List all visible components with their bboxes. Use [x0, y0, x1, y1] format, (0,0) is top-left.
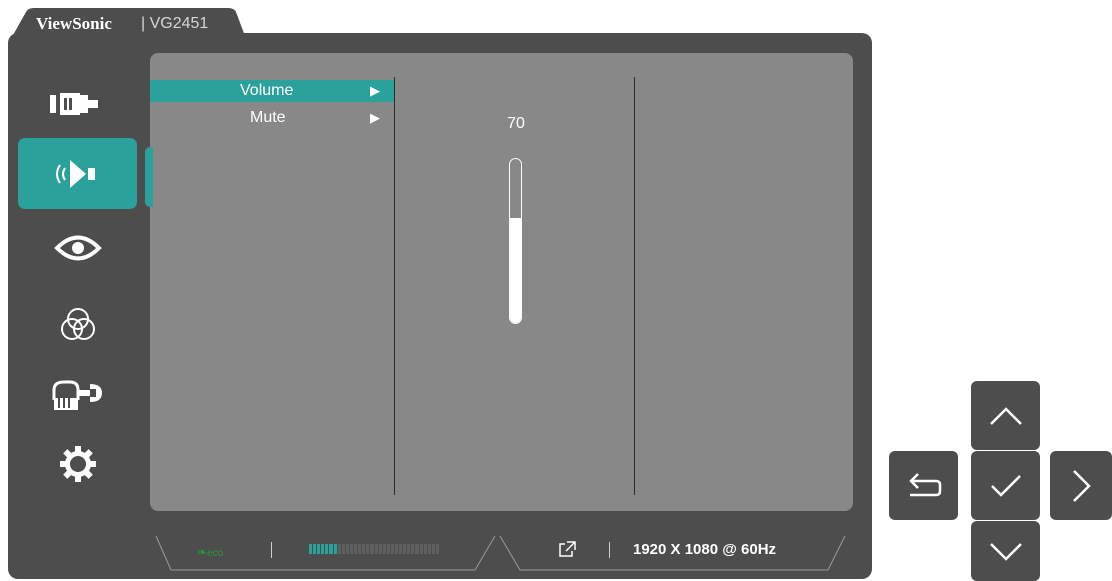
sidebar-item-setup-menu[interactable] [18, 428, 137, 499]
volume-slider-fill [510, 218, 521, 323]
sidebar-item-view-mode[interactable] [18, 212, 137, 283]
input-source-icon [49, 92, 98, 115]
status-separator [271, 542, 272, 558]
right-icon [1073, 469, 1091, 502]
manual-setup-icon [52, 380, 102, 410]
back-button[interactable] [889, 451, 958, 520]
eco-meter-segment [427, 544, 431, 554]
eco-meter-segment [349, 544, 354, 554]
eco-meter-segment [329, 544, 333, 554]
submenu-arrow-icon: ▶ [370, 110, 380, 125]
color-circles-icon [60, 307, 95, 340]
eco-meter-segment [411, 544, 415, 554]
down-button[interactable] [971, 521, 1040, 581]
eco-meter-segment [309, 544, 313, 554]
up-button[interactable] [971, 381, 1040, 450]
eco-meter-segment [386, 544, 390, 554]
menu-item-mute[interactable]: Mute ▶ [150, 107, 394, 129]
volume-value: 70 [507, 115, 525, 132]
eco-meter-segment [354, 544, 358, 554]
column-divider [394, 77, 395, 495]
eco-meter-segment [423, 544, 427, 554]
eco-meter-segment [374, 544, 378, 554]
eco-meter-segment [370, 544, 374, 554]
sidebar-item-manual-adjust[interactable] [18, 359, 137, 430]
eco-meter-segment [435, 544, 439, 554]
eco-label: eco [207, 548, 224, 559]
down-icon [989, 543, 1022, 561]
eco-meter-segment [321, 544, 325, 554]
eco-meter-segment [313, 544, 317, 554]
column-divider [634, 77, 635, 495]
eye-icon [53, 235, 102, 260]
external-link-icon [559, 541, 576, 557]
status-separator [609, 542, 610, 558]
back-icon [908, 472, 941, 496]
eco-meter-segment [378, 544, 382, 554]
right-button[interactable] [1050, 451, 1112, 520]
eco-icon: ❧ [197, 545, 208, 559]
gear-icon [59, 445, 96, 482]
eco-meter-segment [390, 544, 394, 554]
eco-meter-segment [317, 544, 321, 554]
eco-meter-segment [333, 544, 337, 554]
eco-meter-segment [341, 544, 345, 554]
submenu-arrow-icon: ▶ [370, 83, 380, 98]
eco-meter-segment [399, 544, 403, 554]
eco-meter-segment [431, 544, 435, 554]
sidebar-item-color-adjust[interactable] [18, 289, 137, 360]
up-icon [989, 406, 1022, 425]
brand-logo: ViewSonic [36, 14, 112, 33]
eco-meter-segment [345, 544, 349, 554]
eco-meter-segment [419, 544, 423, 554]
eco-meter-segment [325, 544, 329, 554]
menu-item-label: Volume [240, 82, 294, 99]
confirm-button[interactable] [971, 451, 1040, 520]
menu-item-volume[interactable]: Volume ▶ [150, 80, 394, 102]
audio-icon [55, 159, 95, 188]
active-indicator [145, 147, 153, 207]
eco-meter [309, 544, 439, 554]
resolution-text: 1920 X 1080 @ 60Hz [633, 541, 777, 558]
eco-meter-segment [394, 544, 399, 554]
eco-meter-segment [403, 544, 407, 554]
eco-meter-segment [366, 544, 370, 554]
eco-meter-segment [415, 544, 419, 554]
eco-meter-segment [382, 544, 386, 554]
menu-item-label: Mute [250, 109, 286, 126]
eco-meter-segment [358, 544, 362, 554]
eco-meter-segment [407, 544, 411, 554]
eco-meter-segment [362, 544, 366, 554]
volume-slider[interactable] [509, 158, 522, 324]
confirm-icon [990, 474, 1021, 497]
model-name: | VG2451 [141, 15, 209, 32]
eco-meter-segment [337, 544, 341, 554]
sidebar-item-input-select[interactable] [18, 68, 137, 139]
sidebar-item-audio[interactable] [18, 138, 137, 209]
